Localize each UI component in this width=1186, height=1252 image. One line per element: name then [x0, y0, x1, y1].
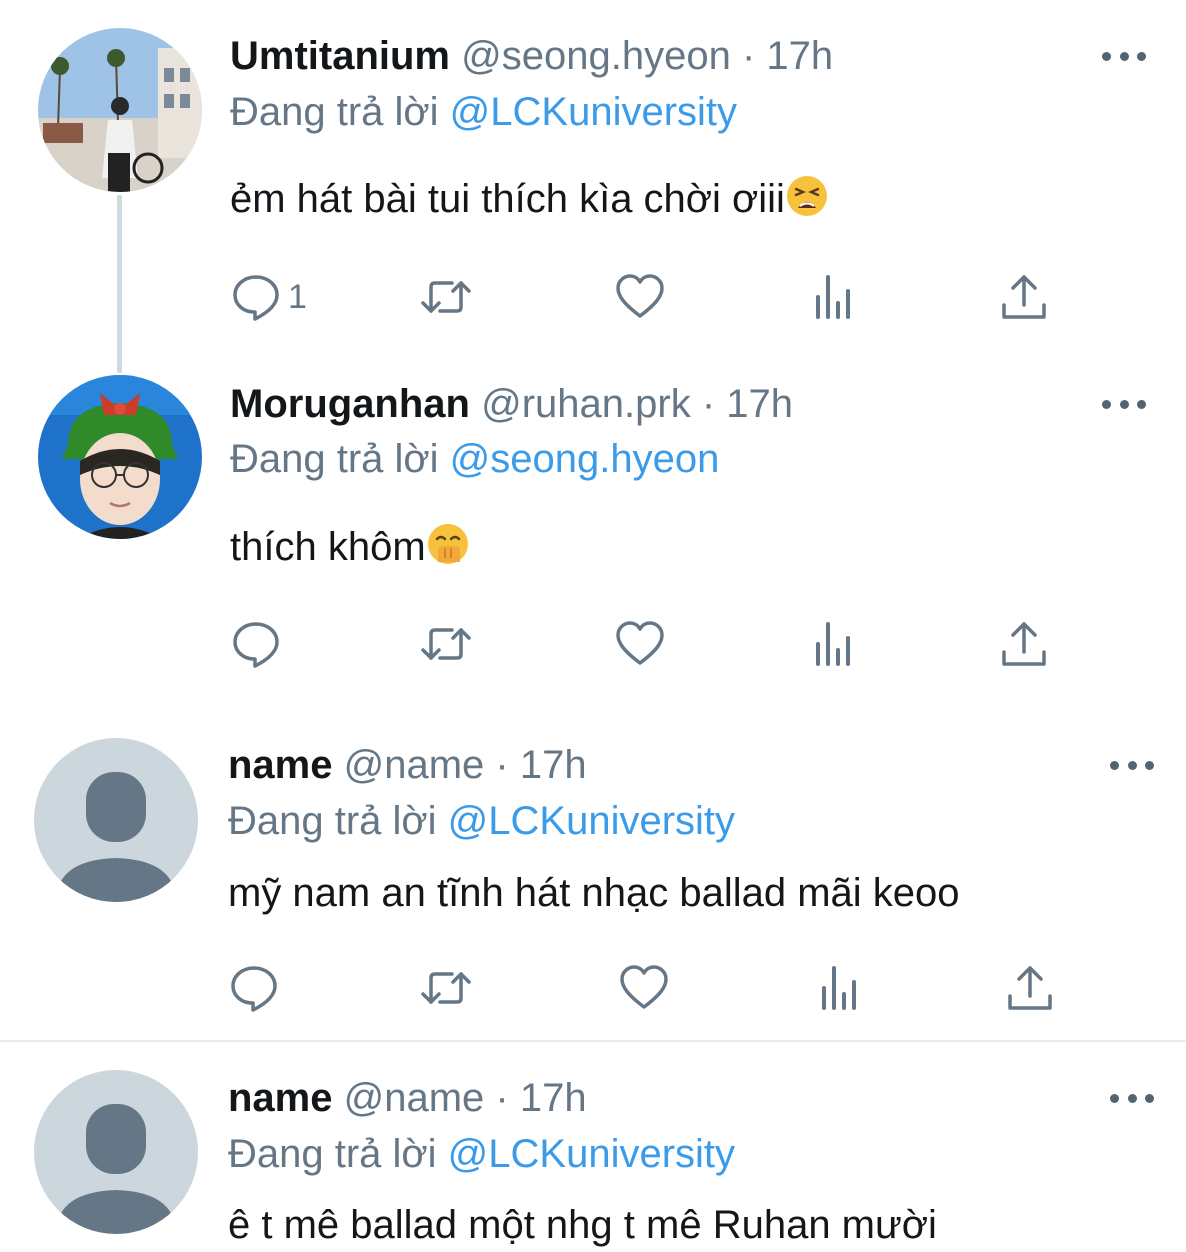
reply-prefix: Đang trả lời — [228, 1132, 437, 1176]
avatar-photo — [38, 28, 202, 192]
display-name[interactable]: Moruganhan — [230, 382, 470, 426]
like-button[interactable] — [614, 269, 666, 325]
handle[interactable]: @seong.hyeon — [461, 34, 731, 78]
display-name[interactable]: Umtitanium — [230, 34, 450, 78]
replying-to: Đang trả lời @seong.hyeon — [230, 435, 719, 483]
retweet-icon — [421, 972, 471, 1004]
retweet-button[interactable] — [420, 269, 472, 325]
display-name[interactable]: name — [228, 743, 333, 787]
like-button[interactable] — [618, 960, 670, 1016]
tweet-actions — [230, 616, 1060, 672]
heart-icon — [620, 965, 668, 1009]
thread-connector-line — [117, 195, 122, 373]
face-with-hand-over-mouth-emoji-icon — [427, 524, 468, 564]
bar-chart-icon — [816, 622, 850, 666]
separator-dot: · — [701, 382, 716, 426]
handle[interactable]: @ruhan.prk — [481, 382, 691, 426]
retweet-button[interactable] — [420, 616, 472, 672]
heart-icon — [616, 621, 664, 665]
separator-dot: · — [495, 1076, 509, 1120]
replying-to: Đang trả lời @LCKuniversity — [228, 797, 735, 845]
reply-mention-link[interactable]: @LCKuniversity — [450, 90, 737, 134]
share-icon — [1008, 966, 1052, 1010]
tweet-2[interactable]: Moruganhan @ruhan.prk · 17h Đang trả lời… — [0, 360, 1186, 705]
avatar[interactable] — [38, 375, 202, 539]
handle[interactable]: @name — [344, 1076, 485, 1120]
tweet-4[interactable]: name @name · 17h Đang trả lời @LCKuniver… — [0, 1042, 1186, 1252]
display-name[interactable]: name — [228, 1076, 333, 1120]
default-avatar-icon — [34, 738, 198, 902]
reply-icon — [233, 275, 279, 321]
tweet-text: ê t mê ballad một nhg t mê Ruhan mười — [228, 1200, 937, 1250]
reply-icon — [233, 622, 279, 668]
more-options-icon[interactable] — [1110, 1091, 1154, 1105]
share-button[interactable] — [998, 616, 1050, 672]
avatar[interactable] — [34, 1070, 198, 1234]
default-avatar-icon — [34, 1070, 198, 1234]
tweet-text-content: ê t mê ballad một nhg t mê Ruhan mười — [228, 1203, 937, 1247]
reply-prefix: Đang trả lời — [230, 90, 439, 134]
tweet-header: Moruganhan @ruhan.prk · 17h — [230, 380, 793, 428]
views-button[interactable] — [814, 960, 866, 1016]
share-button[interactable] — [998, 269, 1050, 325]
tweet-3[interactable]: name @name · 17h Đang trả lời @LCKuniver… — [0, 705, 1186, 1040]
tired-face-emoji-icon — [786, 176, 827, 216]
reply-button[interactable] — [230, 616, 288, 672]
reply-icon — [231, 966, 277, 1012]
retweet-icon — [421, 628, 471, 660]
handle[interactable]: @name — [344, 743, 485, 787]
tweet-text: ẻm hát bài tui thích kìa chời ơiii — [230, 174, 829, 224]
bar-chart-icon — [816, 275, 850, 319]
avatar-photo — [38, 375, 202, 539]
separator-dot: · — [741, 34, 756, 78]
retweet-button[interactable] — [420, 960, 472, 1016]
tweet-text: thích khôm — [230, 522, 470, 572]
avatar[interactable] — [34, 738, 198, 902]
more-options-icon[interactable] — [1110, 758, 1154, 772]
tweet-1[interactable]: Umtitanium @seong.hyeon · 17h Đang trả l… — [0, 0, 1186, 373]
like-button[interactable] — [614, 616, 666, 672]
replying-to: Đang trả lời @LCKuniversity — [230, 88, 737, 136]
reply-prefix: Đang trả lời — [228, 799, 437, 843]
share-icon — [1002, 275, 1046, 319]
more-options-icon[interactable] — [1102, 49, 1146, 63]
timestamp[interactable]: 17h — [766, 34, 833, 78]
reply-mention-link[interactable]: @LCKuniversity — [448, 1132, 735, 1176]
tweet-text-content: ẻm hát bài tui thích kìa chời ơiii — [230, 177, 785, 221]
replying-to: Đang trả lời @LCKuniversity — [228, 1130, 735, 1178]
views-button[interactable] — [808, 616, 860, 672]
tweet-actions: 1 — [230, 269, 1060, 325]
tweet-actions — [230, 960, 1060, 1016]
reply-mention-link[interactable]: @seong.hyeon — [450, 437, 720, 481]
retweet-icon — [421, 281, 471, 313]
avatar[interactable] — [38, 28, 202, 192]
reply-count: 1 — [288, 277, 307, 316]
heart-icon — [616, 274, 664, 318]
tweet-header: name @name · 17h — [228, 1074, 587, 1122]
timestamp[interactable]: 17h — [520, 743, 587, 787]
tweet-text-content: thích khôm — [230, 525, 426, 569]
timestamp[interactable]: 17h — [726, 382, 793, 426]
bar-chart-icon — [822, 966, 856, 1010]
reply-button[interactable]: 1 — [230, 269, 307, 325]
tweet-header: Umtitanium @seong.hyeon · 17h — [230, 32, 833, 80]
more-options-icon[interactable] — [1102, 397, 1146, 411]
share-button[interactable] — [1004, 960, 1056, 1016]
tweet-text-content: mỹ nam an tĩnh hát nhạc ballad mãi keoo — [228, 871, 960, 915]
views-button[interactable] — [808, 269, 860, 325]
timestamp[interactable]: 17h — [520, 1076, 587, 1120]
tweet-text: mỹ nam an tĩnh hát nhạc ballad mãi keoo — [228, 868, 960, 918]
reply-mention-link[interactable]: @LCKuniversity — [448, 799, 735, 843]
share-icon — [1002, 622, 1046, 666]
separator-dot: · — [495, 743, 509, 787]
reply-prefix: Đang trả lời — [230, 437, 439, 481]
reply-button[interactable] — [228, 960, 286, 1016]
tweet-header: name @name · 17h — [228, 741, 587, 789]
